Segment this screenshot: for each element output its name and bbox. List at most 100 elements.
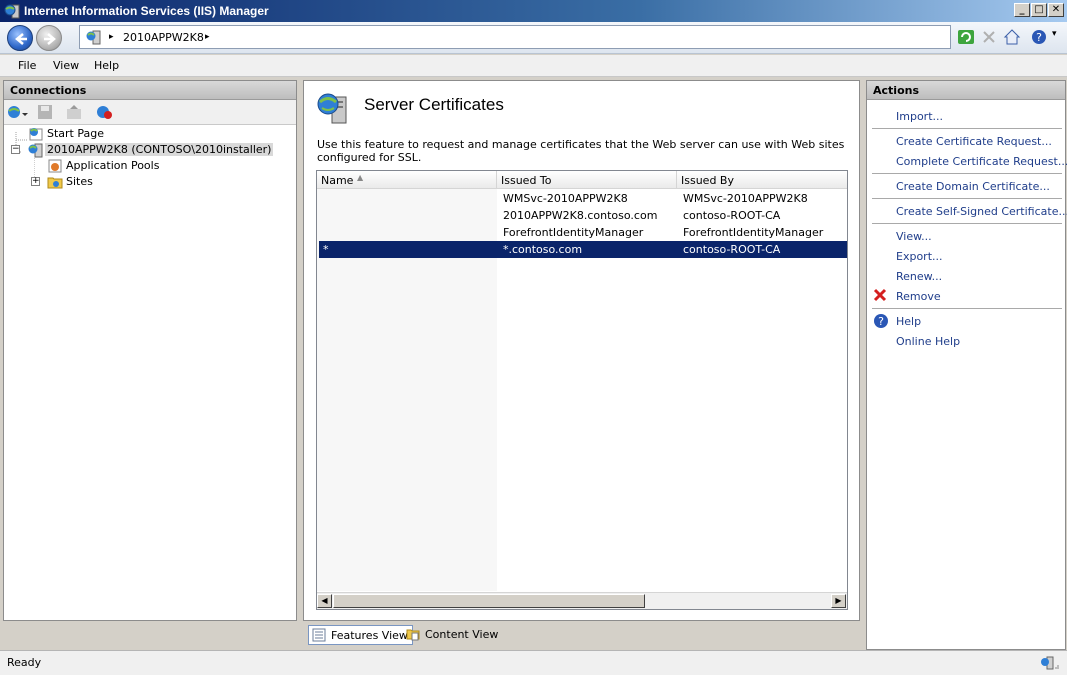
tree-server[interactable]: 2010APPW2K8 (CONTOSO\2010installer) — [45, 143, 274, 156]
cell-issued-by: ForefrontIdentityManager — [683, 226, 824, 239]
sort-ascending-icon: ▲ — [357, 173, 364, 182]
menu-view[interactable]: View — [53, 59, 79, 72]
tree-start-page[interactable]: Start Page — [47, 127, 104, 140]
divider — [872, 223, 1062, 224]
features-view-label: Features View — [331, 629, 408, 642]
status-text: Ready — [7, 656, 42, 669]
scroll-right-button[interactable]: ▶ — [831, 594, 846, 608]
status-bar: Ready — [0, 650, 1067, 675]
tree-application-pools[interactable]: Application Pools — [66, 159, 159, 172]
refresh-icon[interactable] — [957, 28, 975, 46]
cell-issued-to: 2010APPW2K8.contoso.com — [503, 209, 658, 222]
expand-toggle[interactable]: + — [31, 177, 40, 186]
maximize-button[interactable]: □ — [1031, 3, 1047, 17]
table-row[interactable]: ForefrontIdentityManager ForefrontIdenti… — [319, 224, 847, 241]
actions-header: Actions — [867, 81, 1065, 100]
action-help[interactable]: Help — [896, 315, 921, 328]
page-description: Use this feature to request and manage c… — [317, 138, 845, 164]
help-icon[interactable]: ? — [873, 313, 889, 329]
action-remove[interactable]: Remove — [896, 290, 941, 303]
stop-icon[interactable] — [980, 28, 998, 46]
cell-issued-by: contoso-ROOT-CA — [683, 209, 781, 222]
forward-button[interactable] — [36, 25, 62, 51]
sites-folder-icon — [47, 177, 63, 189]
cell-issued-to: *.contoso.com — [503, 243, 583, 256]
iis-globe-server-icon — [4, 4, 20, 19]
save-icon[interactable] — [37, 104, 53, 120]
cell-name: * — [323, 243, 329, 256]
table-header: Name ▲ Issued To Issued By — [317, 171, 847, 189]
breadcrumb-separator[interactable]: ▸ — [109, 32, 114, 42]
action-create-certificate-request[interactable]: Create Certificate Request... — [896, 135, 1052, 148]
action-renew[interactable]: Renew... — [896, 270, 942, 283]
menu-file[interactable]: File — [18, 59, 36, 72]
scroll-thumb[interactable] — [333, 594, 645, 608]
back-button[interactable] — [7, 25, 33, 51]
cell-issued-to: ForefrontIdentityManager — [503, 226, 644, 239]
breadcrumb-separator[interactable]: ▸ — [205, 32, 210, 42]
features-view-icon — [312, 628, 326, 642]
content-view-tab[interactable]: Content View — [403, 625, 502, 645]
action-create-domain-certificate[interactable]: Create Domain Certificate... — [896, 180, 1050, 193]
chevron-down-icon[interactable]: ▾ — [1052, 29, 1057, 39]
address-bar[interactable]: ▸ 2010APPW2K8 ▸ — [79, 25, 951, 49]
title-bar: Internet Information Services (IIS) Mana… — [0, 0, 1067, 22]
divider — [872, 173, 1062, 174]
connect-globe-icon[interactable] — [7, 104, 29, 120]
start-page-icon — [29, 128, 43, 141]
server-icon — [28, 143, 43, 158]
status-server-icon — [1041, 656, 1059, 670]
action-view[interactable]: View... — [896, 230, 932, 243]
disconnect-icon[interactable] — [95, 104, 113, 120]
column-name[interactable]: Name ▲ — [317, 171, 497, 189]
scroll-left-button[interactable]: ◀ — [317, 594, 332, 608]
features-pane: Server Certificates Use this feature to … — [303, 80, 860, 621]
close-button[interactable]: ✕ — [1048, 3, 1064, 17]
forward-arrow-icon — [44, 33, 56, 45]
action-online-help[interactable]: Online Help — [896, 335, 960, 348]
cell-issued-to: WMSvc-2010APPW2K8 — [503, 192, 628, 205]
collapse-toggle[interactable]: − — [11, 145, 20, 154]
application-pools-icon — [48, 159, 62, 173]
connections-header: Connections — [4, 81, 296, 100]
menu-bar: File View Help — [0, 55, 1067, 77]
features-view-tab[interactable]: Features View — [308, 625, 413, 645]
table-row[interactable]: WMSvc-2010APPW2K8 WMSvc-2010APPW2K8 — [319, 190, 847, 207]
help-dropdown-icon[interactable]: ? — [1031, 28, 1049, 46]
svg-text:?: ? — [1036, 31, 1042, 44]
action-create-self-signed-certificate[interactable]: Create Self-Signed Certificate... — [896, 205, 1067, 218]
address-toolbar: ▸ 2010APPW2K8 ▸ ? ▾ — [0, 22, 1067, 54]
home-icon[interactable] — [1003, 28, 1021, 46]
actions-panel: Actions Import... Create Certificate Req… — [866, 80, 1067, 650]
action-export[interactable]: Export... — [896, 250, 943, 263]
minimize-button[interactable]: _ — [1014, 3, 1030, 17]
content-view-label: Content View — [425, 628, 499, 641]
content-view-icon — [406, 629, 420, 641]
action-import[interactable]: Import... — [896, 110, 943, 123]
column-issued-by[interactable]: Issued By — [677, 171, 847, 189]
table-row-selected[interactable]: * *.contoso.com contoso-ROOT-CA — [319, 241, 847, 258]
view-tabs: Features View Content View — [303, 622, 860, 648]
divider — [872, 198, 1062, 199]
divider — [872, 128, 1062, 129]
action-complete-certificate-request[interactable]: Complete Certificate Request... — [896, 155, 1067, 168]
certificates-table: Name ▲ Issued To Issued By WMSvc-2010APP… — [316, 170, 848, 610]
window-title: Internet Information Services (IIS) Mana… — [24, 4, 269, 18]
server-icon — [86, 30, 101, 45]
up-level-icon[interactable] — [66, 104, 82, 120]
divider — [872, 308, 1062, 309]
svg-text:?: ? — [878, 315, 884, 328]
table-row[interactable]: 2010APPW2K8.contoso.com contoso-ROOT-CA — [319, 207, 847, 224]
remove-icon[interactable] — [873, 288, 887, 302]
column-issued-to[interactable]: Issued To — [497, 171, 677, 189]
cell-issued-by: WMSvc-2010APPW2K8 — [683, 192, 808, 205]
connections-toolbar — [4, 100, 296, 125]
horizontal-scrollbar[interactable]: ◀ ▶ — [317, 592, 847, 609]
breadcrumb-server[interactable]: 2010APPW2K8 — [123, 31, 204, 44]
menu-help[interactable]: Help — [94, 59, 119, 72]
column-name-label: Name — [321, 174, 354, 187]
cell-issued-by: contoso-ROOT-CA — [683, 243, 781, 256]
tree-sites[interactable]: Sites — [66, 175, 93, 188]
server-certificates-icon — [317, 93, 347, 124]
back-arrow-icon — [15, 33, 27, 45]
